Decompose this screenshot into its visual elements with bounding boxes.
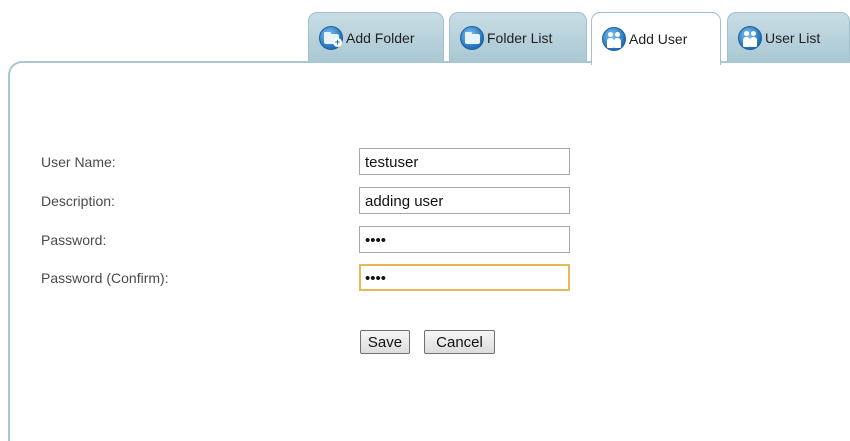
- password-confirm-input[interactable]: [359, 264, 570, 291]
- password-row: Password:: [41, 226, 581, 253]
- description-row: Description:: [41, 187, 581, 214]
- tab-add-folder-label: Add Folder: [346, 29, 415, 46]
- user-add-icon: [602, 27, 626, 51]
- tab-folder-list[interactable]: Folder List: [449, 12, 587, 62]
- password-label: Password:: [41, 232, 107, 248]
- description-label: Description:: [41, 193, 115, 209]
- folder-icon: [460, 25, 484, 50]
- username-input[interactable]: [359, 148, 570, 175]
- tab-user-list-label: User List: [765, 29, 821, 46]
- tab-add-user-label: Add User: [629, 31, 688, 47]
- password-confirm-label: Password (Confirm):: [41, 270, 169, 286]
- tab-add-user[interactable]: Add User: [591, 12, 721, 65]
- tab-bar: + Add Folder Folder List Add User User L…: [308, 12, 850, 65]
- description-input[interactable]: [359, 187, 570, 214]
- tab-folder-list-label: Folder List: [487, 29, 553, 46]
- password-confirm-row: Password (Confirm):: [41, 264, 581, 291]
- folder-add-icon: +: [319, 25, 343, 50]
- tab-user-list[interactable]: User List: [727, 12, 850, 62]
- username-row: User Name:: [41, 148, 581, 175]
- cancel-button[interactable]: Cancel: [424, 330, 495, 354]
- username-label: User Name:: [41, 154, 116, 170]
- tab-add-folder[interactable]: + Add Folder: [308, 12, 444, 62]
- users-icon: [738, 25, 762, 50]
- save-button[interactable]: Save: [360, 330, 410, 354]
- password-input[interactable]: [359, 226, 570, 253]
